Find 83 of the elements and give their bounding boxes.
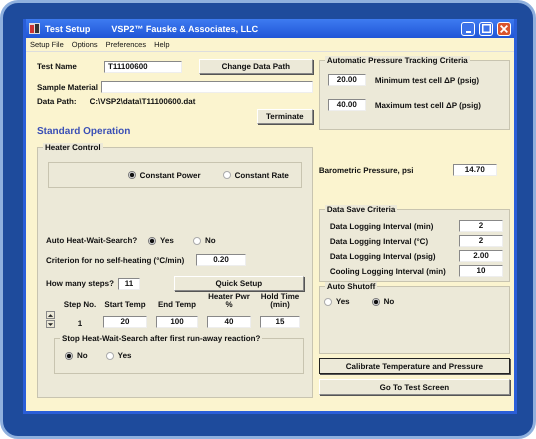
input-field[interactable]: 40.00 — [328, 99, 366, 111]
field-label: How many steps? — [46, 279, 116, 288]
minimize-button[interactable] — [461, 22, 475, 36]
radio-button[interactable] — [128, 171, 136, 179]
terminate-button[interactable]: Terminate — [256, 109, 313, 124]
input-field[interactable]: 14.70 — [452, 164, 497, 176]
change-data-path-button[interactable]: Change Data Path — [198, 59, 313, 74]
field-label: Data Path: — [37, 97, 77, 106]
input-field[interactable]: 40 — [207, 316, 251, 328]
radio-option[interactable]: Yes — [148, 236, 193, 245]
field-label: Sample Material — [36, 82, 98, 92]
close-button[interactable] — [497, 22, 511, 36]
radio-label: Yes — [336, 297, 350, 306]
section-title: Standard Operation — [37, 126, 132, 137]
input-field[interactable]: 20.00 — [328, 74, 366, 86]
radio-option[interactable]: No — [193, 236, 238, 245]
radio-option[interactable]: Constant Power — [128, 170, 201, 180]
maximize-button[interactable] — [479, 22, 493, 36]
field-label: Cooling Logging Interval (min) — [330, 266, 446, 276]
radio-label: Yes — [160, 236, 174, 245]
input-field[interactable]: 2 — [459, 220, 503, 232]
group-title: Stop Heat-Wait-Search after first run-away reaction? — [60, 334, 262, 343]
window-title: Test Setup — [45, 24, 90, 34]
arrow-up-icon — [47, 312, 54, 318]
input-field[interactable]: 10 — [459, 265, 503, 277]
app-icon — [29, 23, 40, 34]
group-title: Data Save Criteria — [324, 205, 398, 214]
field-label: Barometric Pressure, psi — [318, 166, 415, 174]
field-label: Test Name — [36, 62, 78, 71]
column-header: End Temp — [156, 301, 198, 309]
input-field[interactable]: T11100600 — [104, 60, 182, 72]
field-label: Data Logging Interval (min) — [330, 222, 434, 230]
input-field[interactable]: 15 — [260, 316, 300, 328]
radio-button[interactable] — [324, 298, 332, 306]
arrow-down-icon — [47, 322, 54, 326]
input-field[interactable]: 2.00 — [459, 250, 503, 262]
step-down-button[interactable] — [46, 320, 55, 328]
step-up-button[interactable] — [46, 311, 55, 319]
group-title: Auto Shutoff — [324, 282, 378, 291]
radio-label: No — [77, 351, 88, 360]
minimize-icon — [466, 30, 470, 32]
radio-button[interactable] — [148, 236, 156, 244]
input-field[interactable]: 2 — [459, 235, 503, 247]
close-icon — [500, 24, 508, 32]
column-header: Start Temp — [103, 301, 147, 309]
radio-option[interactable]: Yes — [324, 297, 350, 306]
radio-option[interactable]: Yes — [106, 351, 132, 360]
radio-label: Constant Rate — [234, 170, 289, 180]
input-field[interactable]: 11 — [118, 278, 140, 290]
radio-button[interactable] — [65, 352, 73, 360]
maximize-icon — [482, 24, 490, 33]
radio-button[interactable] — [222, 171, 231, 179]
group-title: Automatic Pressure Tracking Criteria — [324, 56, 470, 65]
radio-label: Yes — [118, 351, 132, 360]
radio-option[interactable]: No — [372, 297, 394, 306]
data-path-value: C:\VSP2\data\T11100600.dat — [90, 97, 196, 106]
field-label: Auto Heat-Wait-Search? — [46, 236, 138, 245]
column-header: Hold Time (min) — [260, 293, 300, 309]
column-header: Heater Pwr % — [207, 293, 251, 309]
action-button[interactable]: Calibrate Temperature and Pressure — [318, 358, 510, 374]
field-label: Data Logging Interval (psig) — [330, 252, 436, 260]
input-field[interactable]: 20 — [103, 316, 147, 328]
radio-label: Constant Power — [140, 170, 201, 180]
quick-setup-button[interactable]: Quick Setup — [174, 276, 304, 291]
radio-button[interactable] — [193, 236, 201, 244]
radio-label: No — [205, 236, 216, 245]
action-button[interactable]: Go To Test Screen — [318, 379, 510, 395]
field-label: Criterion for no self-heating (°C/min) — [46, 256, 186, 264]
input-field[interactable]: 100 — [156, 316, 198, 328]
input-field[interactable] — [100, 81, 313, 93]
window-subtitle: VSP2™ Fauske & Associates, LLC — [111, 24, 258, 34]
radio-option[interactable]: Constant Rate — [222, 170, 289, 180]
field-label: Data Logging Interval (°C) — [330, 236, 428, 246]
input-field[interactable]: 0.20 — [196, 254, 246, 266]
radio-label: No — [384, 297, 394, 306]
field-label: Minimum test cell ΔP (psig) — [374, 76, 480, 84]
group-title: Heater Control — [43, 143, 103, 152]
radio-button[interactable] — [372, 298, 380, 306]
radio-button[interactable] — [106, 352, 114, 360]
radio-option[interactable]: No — [65, 351, 88, 360]
step-number: 1 — [76, 319, 84, 328]
column-header: Step No. — [63, 301, 97, 309]
field-label: Maximum test cell ΔP (psig) — [374, 100, 481, 110]
